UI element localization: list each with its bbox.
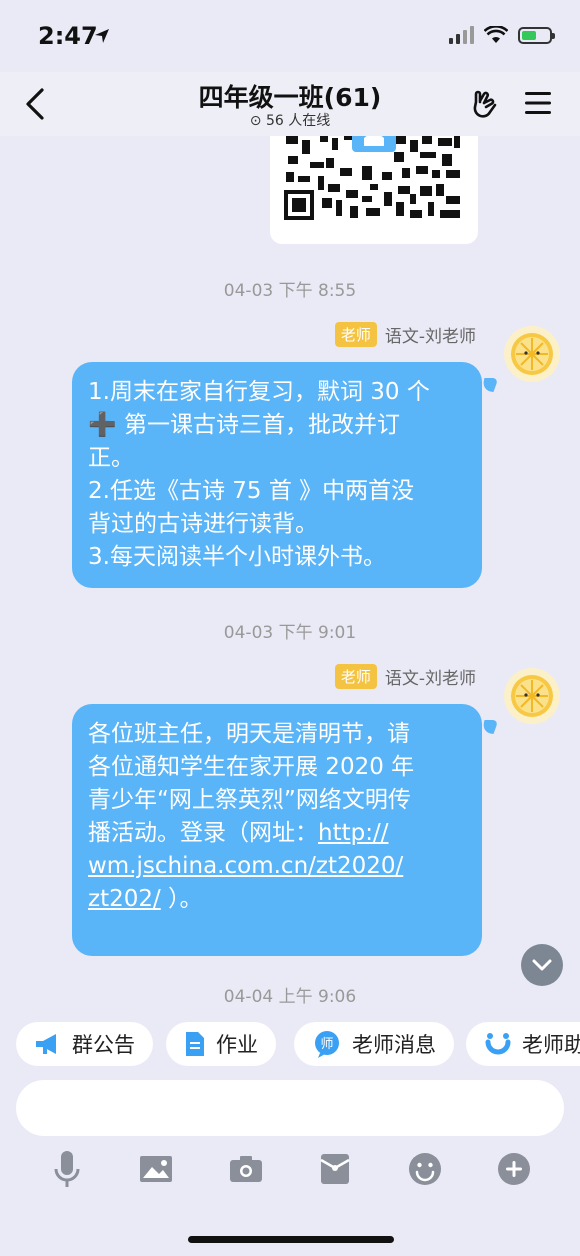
message-link[interactable]: http:// xyxy=(318,820,388,846)
assistant-icon xyxy=(485,1033,511,1055)
plus-icon xyxy=(498,1153,530,1185)
chat-header: 四年级一班(61) ⊙ 56 人在线 xyxy=(0,72,580,136)
message-bubble[interactable]: 各位班主任，明天是清明节，请 各位通知学生在家开展 2020 年 青少年“网上祭… xyxy=(72,704,482,956)
message-bubble[interactable]: 1.周末在家自行复习，默词 30 个 ➕ 第一课古诗三首，批改并订 正。 2.任… xyxy=(72,362,482,588)
announcement-chip[interactable]: 群公告 xyxy=(16,1022,153,1066)
clock-icon: ⊙ xyxy=(249,113,262,129)
message-text-line: 正。 xyxy=(88,445,134,471)
megaphone-icon xyxy=(36,1034,56,1054)
message-text-line: 1.周末在家自行复习，默词 30 个 xyxy=(88,379,430,405)
emoji-button[interactable] xyxy=(401,1146,449,1192)
message-text-line: 青少年“网上祭英烈”网络文明传 xyxy=(88,787,411,813)
document-icon xyxy=(186,1032,204,1056)
message-sender: 老师 语文-刘老师 xyxy=(334,322,476,347)
message-link[interactable]: wm.jschina.com.cn/zt2020/ xyxy=(88,853,403,879)
message-text-line: 背过的古诗进行读背。 xyxy=(88,511,318,537)
teacher-messages-chip[interactable]: 师 老师消息 xyxy=(294,1022,454,1066)
message-input-container[interactable] xyxy=(16,1080,564,1136)
homework-chip[interactable]: 作业 xyxy=(166,1022,276,1066)
cellular-signal-icon xyxy=(449,26,474,44)
camera-icon xyxy=(230,1156,262,1182)
teacher-badge: 老师 xyxy=(334,664,377,689)
menu-icon[interactable] xyxy=(524,90,552,116)
status-bar: 2:47 xyxy=(0,0,580,72)
message-text-line: 3.每天阅读半个小时课外书。 xyxy=(88,544,386,570)
avatar[interactable] xyxy=(504,326,560,382)
message-text-line: 各位班主任，明天是清明节，请 xyxy=(88,721,410,747)
bubble-tail xyxy=(479,378,499,392)
lemon-avatar-icon xyxy=(511,675,553,717)
message-text-line: ➕ 第一课古诗三首，批改并订 xyxy=(88,412,400,438)
sender-name: 语文-刘老师 xyxy=(384,327,476,347)
red-packet-button[interactable] xyxy=(311,1146,359,1192)
svg-text:师: 师 xyxy=(320,1037,333,1052)
teacher-badge: 老师 xyxy=(334,322,377,347)
message-text-line: 2.任选《古诗 75 首 》中两首没 xyxy=(88,478,415,504)
raise-hand-icon[interactable] xyxy=(470,88,500,118)
message-timestamp: 04-03 下午 8:55 xyxy=(223,281,357,301)
message-text-line: wm.jschina.com.cn/zt2020/ xyxy=(88,850,466,883)
message-timestamp: 04-03 下午 9:01 xyxy=(223,623,357,643)
input-toolbar xyxy=(0,1146,580,1196)
qr-code-graphic xyxy=(284,136,464,226)
lemon-avatar-icon xyxy=(511,333,553,375)
voice-button[interactable] xyxy=(43,1146,91,1192)
photo-button[interactable] xyxy=(132,1146,180,1192)
scroll-to-bottom-button[interactable] xyxy=(521,944,563,986)
chevron-down-icon xyxy=(532,959,552,971)
home-indicator[interactable] xyxy=(188,1236,394,1243)
teacher-icon: 师 xyxy=(315,1031,339,1058)
message-text-line: 播活动。登录（网址：http:// xyxy=(88,820,389,846)
camera-button[interactable] xyxy=(222,1146,270,1192)
red-packet-icon xyxy=(320,1154,350,1184)
qr-code-image[interactable] xyxy=(270,136,478,244)
message-timestamp: 04-04 上午 9:06 xyxy=(223,987,357,1007)
wifi-icon xyxy=(484,26,508,43)
status-time: 2:47 xyxy=(38,22,98,50)
location-arrow-icon xyxy=(95,29,109,43)
message-text-line: zt202/ ）。 xyxy=(88,886,203,912)
sender-name: 语文-刘老师 xyxy=(384,669,476,689)
image-icon xyxy=(140,1156,172,1182)
emoji-icon xyxy=(409,1153,441,1185)
message-list[interactable]: 04-03 下午 8:55 老师 语文-刘老师 1.周末在家自行复习，默词 30… xyxy=(0,136,580,1010)
bubble-tail xyxy=(479,720,499,734)
teacher-assistant-chip[interactable]: 老师助 xyxy=(466,1022,580,1066)
message-input[interactable] xyxy=(16,1080,564,1136)
quick-actions-bar[interactable]: 群公告 作业 师 老师消息 老师助 xyxy=(0,1014,580,1074)
message-link[interactable]: zt202/ xyxy=(88,886,161,912)
microphone-icon xyxy=(54,1151,80,1187)
battery-icon xyxy=(518,26,555,44)
more-button[interactable] xyxy=(490,1146,538,1192)
message-text-line: 各位通知学生在家开展 2020 年 xyxy=(88,754,415,780)
avatar[interactable] xyxy=(504,668,560,724)
message-sender: 老师 语文-刘老师 xyxy=(334,664,476,689)
